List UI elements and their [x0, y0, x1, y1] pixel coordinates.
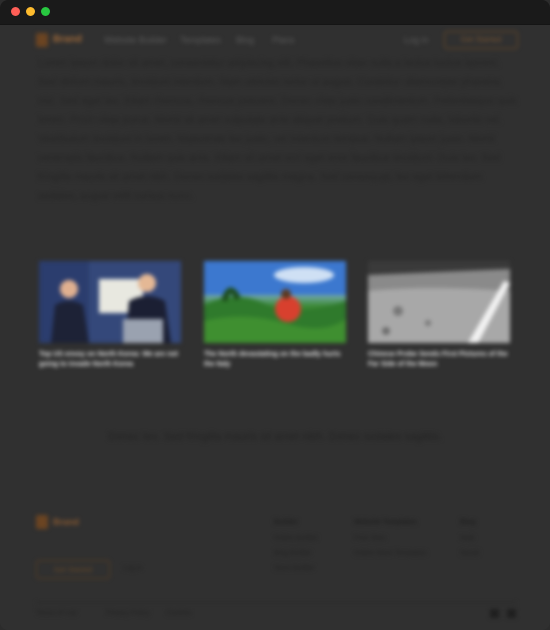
nav-link-website-builder[interactable]: Website Builder — [104, 35, 167, 45]
footer-link[interactable]: Free Sites — [354, 535, 386, 542]
nav-link-templates[interactable]: Templates — [180, 35, 221, 45]
press-conference-illustration — [39, 261, 181, 343]
footer-login-link[interactable]: Log in — [123, 565, 142, 572]
top-navigation: Brand Website Builder Templates Blog Pla… — [0, 24, 550, 56]
get-started-button[interactable]: Get Started — [444, 31, 518, 49]
footer-bottom-link[interactable]: Privacy Policy — [106, 610, 150, 617]
brand-logo-icon[interactable] — [36, 33, 48, 47]
lunar-surface-photo[interactable] — [368, 261, 510, 343]
news-card-caption[interactable]: Top US envoy on North Korea: We are not … — [39, 350, 181, 370]
footer-brand-logo-icon[interactable] — [36, 515, 48, 529]
twitter-icon[interactable] — [507, 609, 516, 618]
facebook-icon[interactable] — [490, 609, 499, 618]
footer-link[interactable]: Blog Builder — [274, 550, 312, 557]
footer-column-heading: Builder — [274, 519, 299, 526]
footer-brand-name[interactable]: Brand — [53, 517, 79, 527]
maximize-window-button[interactable] — [41, 7, 50, 16]
footer-get-started-button[interactable]: Get Started — [36, 560, 110, 579]
footer-bottom-link[interactable]: Terms of Use — [36, 610, 77, 617]
footer-link[interactable]: Help — [460, 535, 474, 542]
news-card-caption[interactable]: The North devastating on the badly hurts… — [204, 350, 346, 370]
news-card-caption[interactable]: Chinese Probe Sends First Pictures of th… — [368, 350, 510, 370]
tropical-nature-photo[interactable] — [204, 261, 346, 343]
browser-window: Brand Website Builder Templates Blog Pla… — [0, 0, 550, 630]
login-link[interactable]: Log in — [404, 35, 429, 45]
lunar-surface-illustration — [368, 261, 510, 343]
pull-quote: Donec leo. Sed fringilla mauris sit amet… — [108, 431, 442, 443]
page-content: Brand Website Builder Templates Blog Pla… — [0, 24, 550, 630]
minimize-window-button[interactable] — [26, 7, 35, 16]
footer-link[interactable]: Social — [460, 550, 479, 557]
press-conference-photo[interactable] — [39, 261, 181, 343]
footer-divider — [36, 602, 516, 603]
news-card[interactable]: The North devastating on the badly hurts… — [204, 261, 346, 370]
footer-link[interactable]: Online Builder — [274, 535, 318, 542]
footer-column-heading: Blog — [460, 519, 476, 526]
footer-link[interactable]: Online Store Templates — [354, 550, 427, 557]
footer-link[interactable]: Store Builder — [274, 565, 314, 572]
news-card[interactable]: Top US envoy on North Korea: We are not … — [39, 261, 181, 370]
footer-bottom-link[interactable]: Cookies — [166, 610, 191, 617]
article-paragraph: Lorem ipsum dolor sit amet, consectetur … — [38, 57, 517, 202]
nav-link-blog[interactable]: Blog — [236, 35, 254, 45]
footer-column-heading: Website Templates — [354, 519, 417, 526]
news-card[interactable]: Chinese Probe Sends First Pictures of th… — [368, 261, 510, 370]
close-window-button[interactable] — [11, 7, 20, 16]
nature-illustration — [204, 261, 346, 343]
brand-name[interactable]: Brand — [53, 34, 82, 45]
title-bar — [0, 0, 550, 25]
nav-link-plans[interactable]: Plans — [272, 35, 295, 45]
